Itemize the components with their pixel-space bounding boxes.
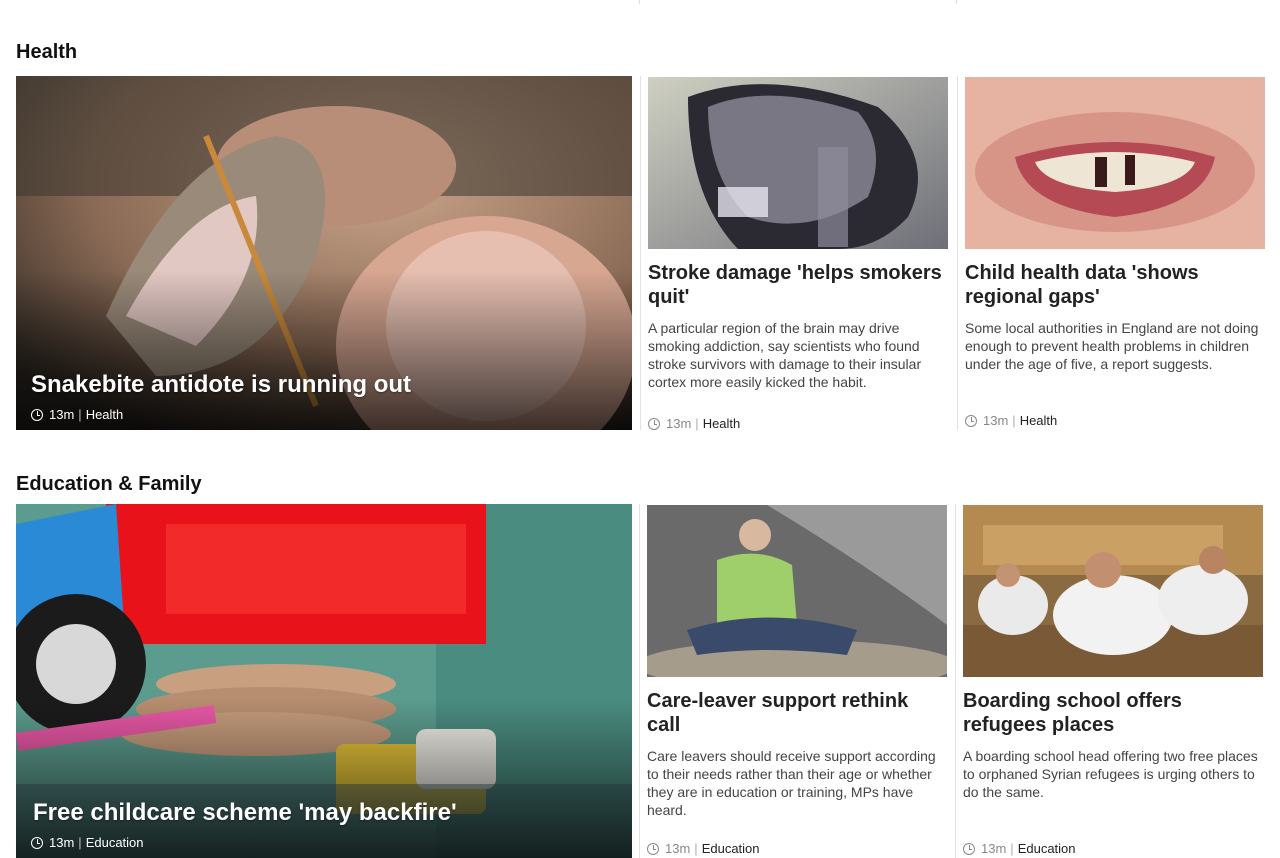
separator: | [78,407,82,422]
story-summary: Care leavers should receive support acco… [647,748,936,818]
section-title-health: Health [16,41,78,63]
story-image-child-teeth [965,77,1265,249]
separator: | [1012,413,1016,428]
story-headline: Care-leaver support rethink call [647,690,909,736]
lead-story-education[interactable]: Free childcare scheme 'may backfire' 13m… [16,504,632,858]
timestamp: 13m [981,841,1007,856]
timestamp: 13m [49,407,75,422]
separator: | [694,841,698,856]
timestamp: 13m [666,416,692,431]
section-title-education: Education & Family [16,473,202,495]
story-image-xray [648,77,948,249]
story-meta: 13m | Health [965,413,1057,428]
clock-icon [963,842,975,855]
category-tag[interactable]: Health [86,407,124,422]
column-divider [640,76,641,430]
lead-meta: 13m | Education [31,835,612,850]
story-meta: 13m | Education [647,841,760,856]
lead-story-health[interactable]: Snakebite antidote is running out 13m | … [16,76,632,430]
clock-icon [647,842,659,855]
timestamp: 13m [665,841,691,856]
column-divider-top [956,0,957,4]
lead-headline: Snakebite antidote is running out [31,371,412,398]
timestamp: 13m [49,835,75,850]
column-divider [957,76,958,430]
story-card-boarding-school[interactable]: Boarding school offers refugees places A… [963,505,1263,858]
column-divider [955,504,956,858]
column-divider-top [639,0,640,4]
story-image-exam-hall [963,505,1263,677]
category-tag[interactable]: Education [702,841,760,856]
separator: | [78,835,82,850]
story-card-care-leaver[interactable]: Care-leaver support rethink call Care le… [647,505,947,858]
story-card-stroke[interactable]: Stroke damage 'helps smokers quit' A par… [648,77,948,432]
story-headline: Stroke damage 'helps smokers quit' [648,262,942,308]
story-summary: A boarding school head offering two free… [963,748,1258,800]
clock-icon [31,836,43,849]
story-summary: A particular region of the brain may dri… [648,320,922,390]
story-headline: Child health data 'shows regional gaps' [965,262,1199,308]
category-tag[interactable]: Health [703,416,741,431]
story-summary: Some local authorities in England are no… [965,320,1259,372]
separator: | [695,416,699,431]
clock-icon [31,408,43,421]
lead-meta: 13m | Health [31,407,612,422]
clock-icon [648,417,660,430]
category-tag[interactable]: Education [1018,841,1076,856]
category-tag[interactable]: Health [1020,413,1058,428]
clock-icon [965,414,977,427]
story-card-child-health[interactable]: Child health data 'shows regional gaps' … [965,77,1265,432]
lead-headline: Free childcare scheme 'may backfire' [33,799,457,826]
category-tag[interactable]: Education [86,835,144,850]
story-meta: 13m | Health [648,416,740,431]
story-image-teenager [647,505,947,677]
timestamp: 13m [983,413,1009,428]
story-meta: 13m | Education [963,841,1076,856]
column-divider [639,504,640,858]
story-headline: Boarding school offers refugees places [963,690,1182,736]
separator: | [1010,841,1014,856]
